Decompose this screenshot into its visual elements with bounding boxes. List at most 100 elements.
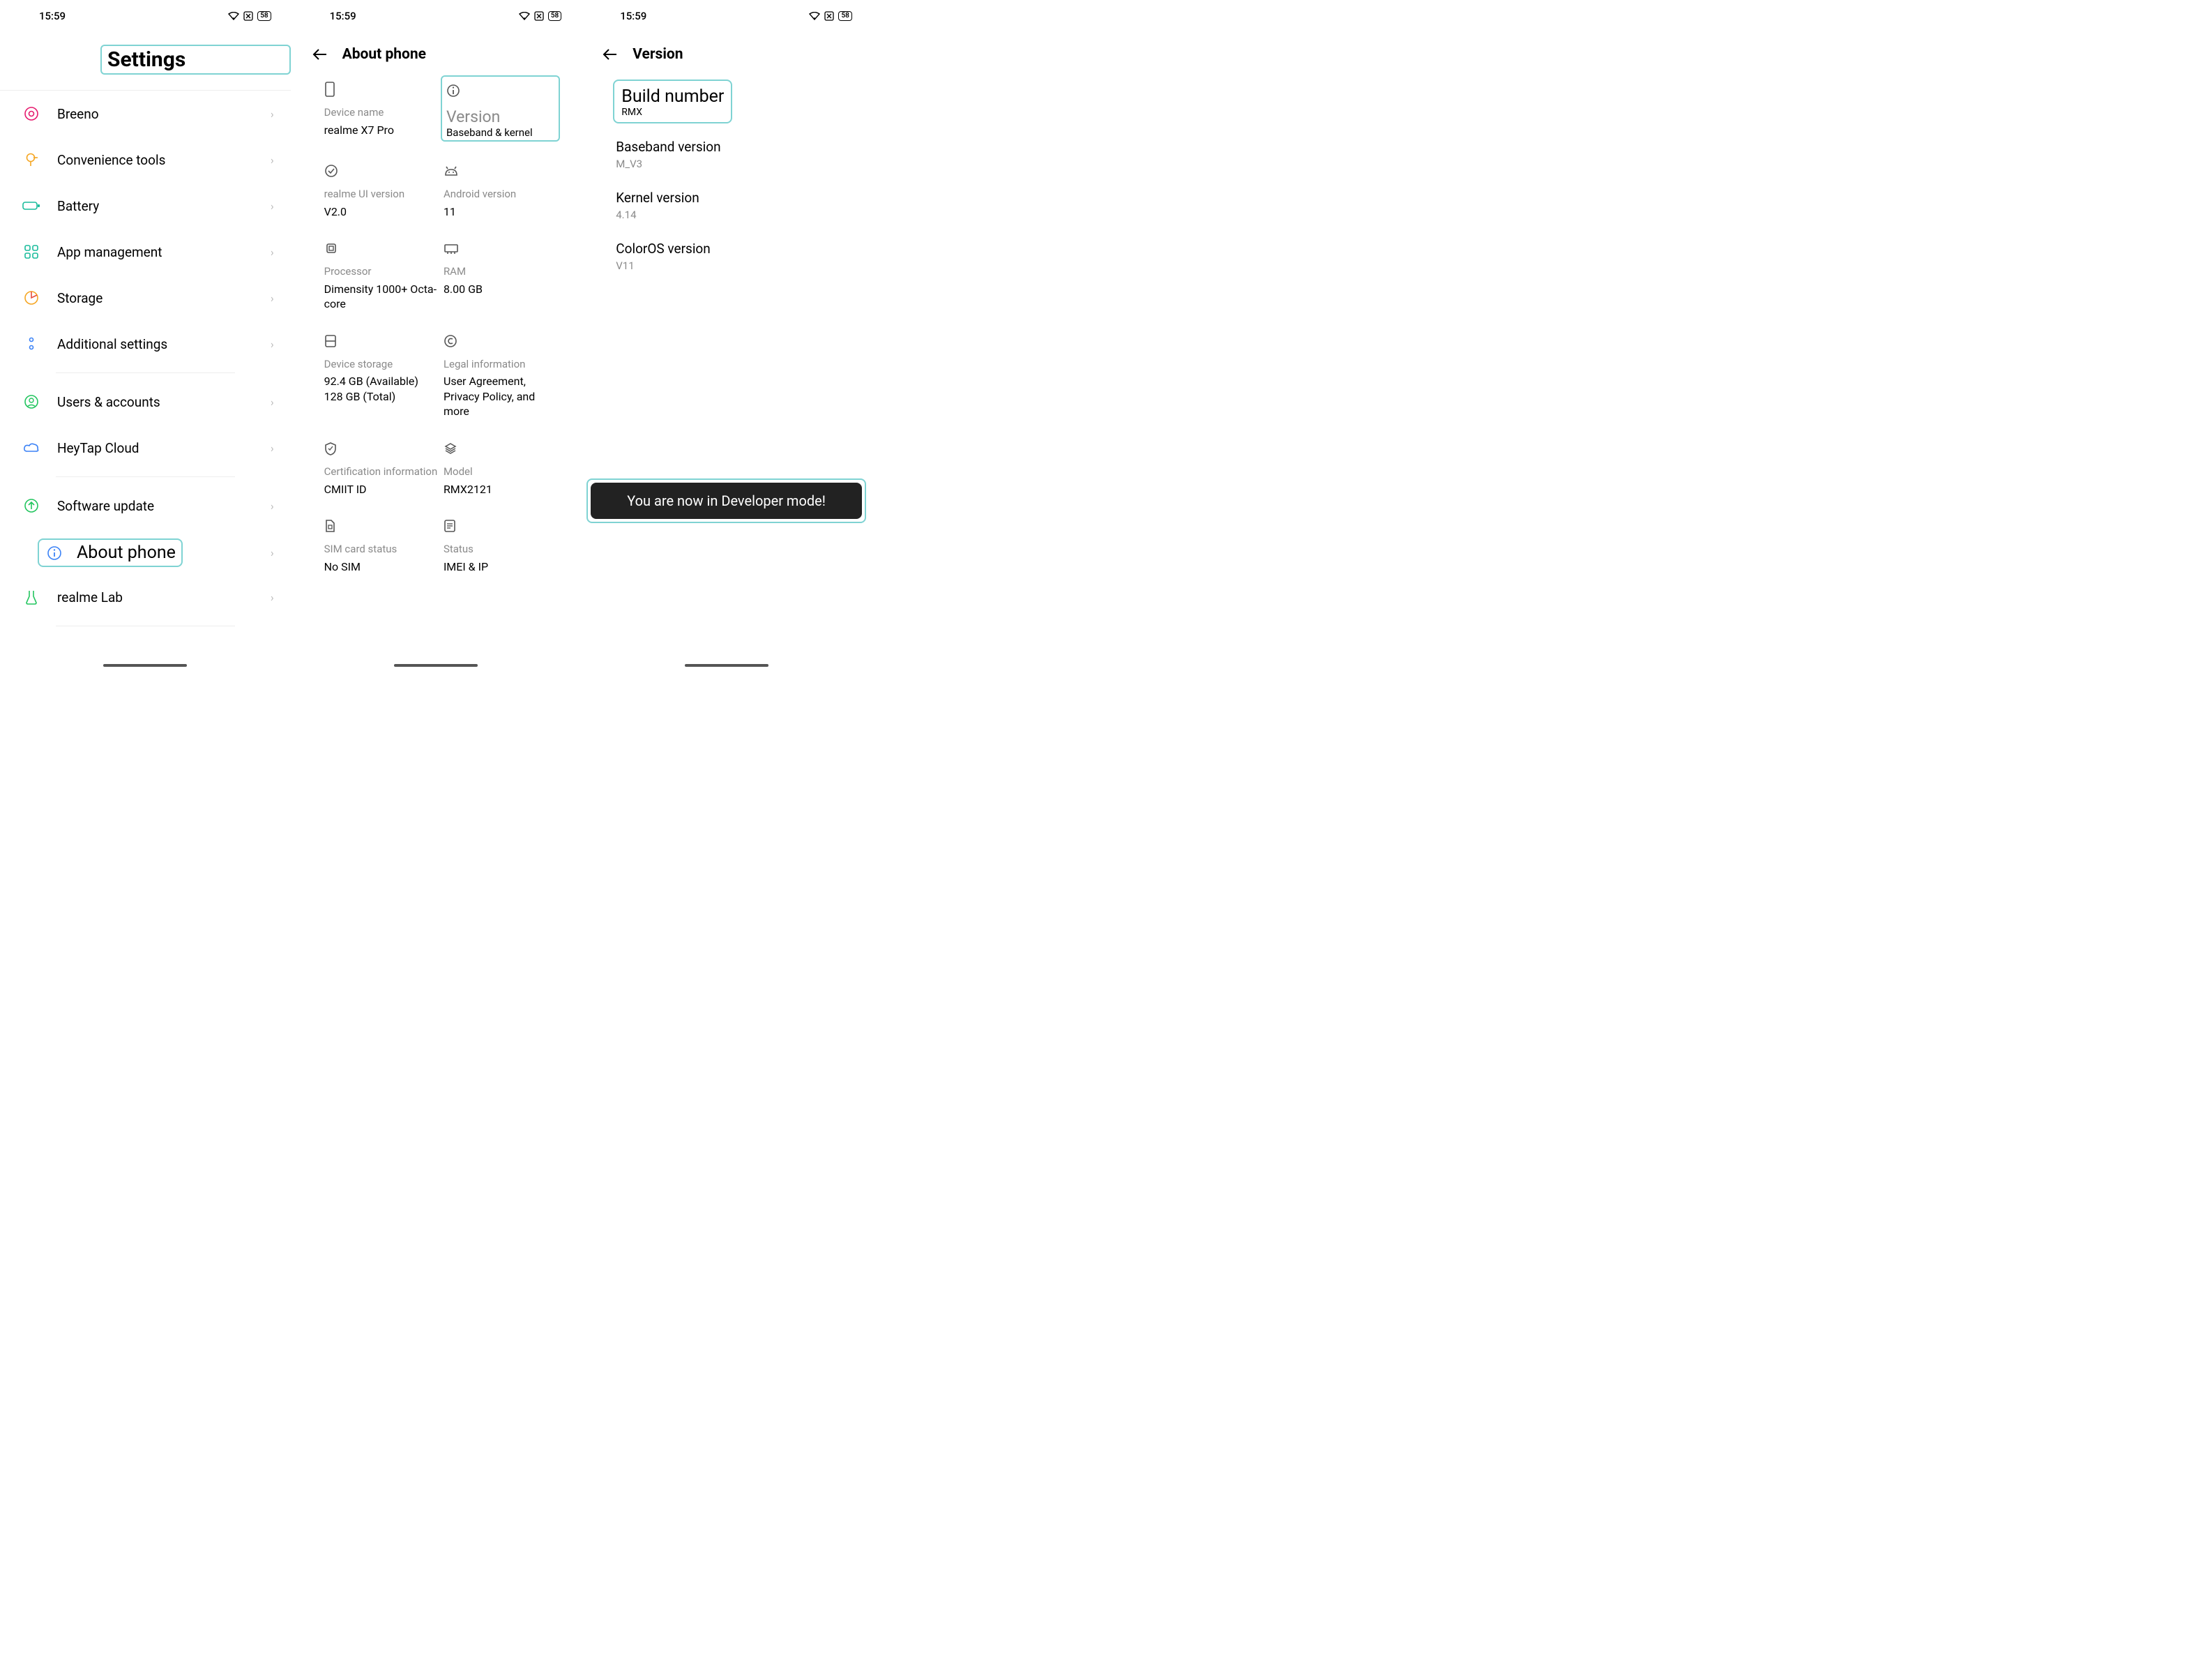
settings-label: Storage <box>57 290 271 306</box>
settings-item-cloud[interactable]: HeyTap Cloud › <box>0 425 291 471</box>
back-button[interactable] <box>312 47 327 62</box>
toast-highlight: You are now in Developer mode! <box>586 478 866 523</box>
cell-status[interactable]: Status IMEI & IP <box>444 516 557 574</box>
apps-icon <box>21 241 42 262</box>
wifi-icon <box>519 12 530 20</box>
item-value: 4.14 <box>616 209 851 221</box>
battery-icon: 58 <box>548 11 561 21</box>
status-icons: 58 <box>519 11 561 21</box>
settings-item-additional[interactable]: Additional settings › <box>0 321 291 367</box>
chevron-right-icon: › <box>271 442 274 455</box>
cell-processor[interactable]: Processor Dimensity 1000+ Octa-core <box>324 239 438 312</box>
cell-version-highlight[interactable]: Version Baseband & kernel <box>441 75 560 142</box>
battery-icon: 58 <box>838 11 851 21</box>
chevron-right-icon: › <box>271 292 274 305</box>
info-icon <box>45 545 64 561</box>
phone-icon <box>324 80 438 99</box>
status-bar: 15:59 58 <box>581 0 872 25</box>
build-number-value: RMX <box>621 107 724 118</box>
cell-model[interactable]: Model RMX2121 <box>444 439 557 497</box>
settings-item-lab[interactable]: realme Lab › <box>0 574 291 620</box>
chevron-right-icon: › <box>271 338 274 351</box>
developer-mode-toast: You are now in Developer mode! <box>591 483 862 519</box>
cell-value: RMX2121 <box>444 482 557 497</box>
settings-item-battery[interactable]: Battery › <box>0 183 291 229</box>
lab-icon <box>21 587 42 608</box>
version-screen: 15:59 58 Version Build number RMX Baseba… <box>581 0 872 670</box>
settings-item-update[interactable]: Software update › <box>0 483 291 529</box>
about-phone-highlight: About phone <box>38 538 183 567</box>
cell-label: Certification information <box>324 465 438 479</box>
info-icon <box>446 81 554 100</box>
cell-legal[interactable]: Legal information User Agreement, Privac… <box>444 331 557 419</box>
chevron-right-icon: › <box>271 395 274 409</box>
version-item-baseband[interactable]: Baseband version M_V3 <box>616 129 851 180</box>
status-icons: 58 <box>228 11 271 21</box>
build-number-label: Build number <box>621 86 724 107</box>
storage-icon <box>324 331 438 351</box>
check-circle-icon <box>324 161 438 181</box>
wifi-icon <box>228 12 239 20</box>
info-grid: Device name realme X7 Pro Version Baseba… <box>291 80 582 574</box>
status-time: 15:59 <box>330 10 356 22</box>
settings-title-highlight: Settings <box>100 45 291 75</box>
chevron-right-icon: › <box>271 153 274 167</box>
users-icon <box>21 391 42 412</box>
breeno-icon <box>21 103 42 124</box>
cell-storage[interactable]: Device storage 92.4 GB (Available) 128 G… <box>324 331 438 419</box>
settings-item-convenience[interactable]: Convenience tools › <box>0 137 291 183</box>
nav-handle[interactable] <box>685 664 768 667</box>
version-item-coloros[interactable]: ColorOS version V11 <box>616 231 851 282</box>
battery-icon: 58 <box>257 11 271 21</box>
cell-sim[interactable]: SIM card status No SIM <box>324 516 438 574</box>
about-phone-label: About phone <box>77 543 176 563</box>
cell-value: 11 <box>444 204 557 220</box>
cell-android[interactable]: Android version 11 <box>444 161 557 219</box>
cell-label: Processor <box>324 265 438 279</box>
cell-label: Android version <box>444 188 557 202</box>
wifi-icon <box>809 12 820 20</box>
header: About phone <box>291 25 582 80</box>
nav-handle[interactable] <box>394 664 478 667</box>
cell-certification[interactable]: Certification information CMIIT ID <box>324 439 438 497</box>
divider <box>56 476 235 477</box>
cell-value: No SIM <box>324 559 438 575</box>
storage-icon <box>21 287 42 308</box>
layers-icon <box>444 439 557 458</box>
cell-value: 8.00 GB <box>444 282 557 297</box>
cell-ui-version[interactable]: realme UI version V2.0 <box>324 161 438 219</box>
cell-value: Baseband & kernel <box>446 126 554 139</box>
item-value: V11 <box>616 259 851 272</box>
settings-list: Breeno › Convenience tools › Battery › A… <box>0 90 291 632</box>
item-label: ColorOS version <box>616 241 851 257</box>
cell-label: realme UI version <box>324 188 438 202</box>
cell-value: User Agreement, Privacy Policy, and more <box>444 374 557 419</box>
settings-item-breeno[interactable]: Breeno › <box>0 91 291 137</box>
settings-label: HeyTap Cloud <box>57 440 271 456</box>
header: Version <box>581 25 872 80</box>
cell-value: V2.0 <box>324 204 438 220</box>
copyright-icon <box>444 331 557 351</box>
build-number-highlight[interactable]: Build number RMX <box>613 80 732 123</box>
cell-ram[interactable]: RAM 8.00 GB <box>444 239 557 312</box>
settings-item-storage[interactable]: Storage › <box>0 275 291 321</box>
cell-value: IMEI & IP <box>444 559 557 575</box>
back-button[interactable] <box>602 47 617 62</box>
chevron-right-icon: › <box>271 546 274 559</box>
cell-value: 92.4 GB (Available) 128 GB (Total) <box>324 374 438 404</box>
settings-item-users[interactable]: Users & accounts › <box>0 379 291 425</box>
chevron-right-icon: › <box>271 246 274 259</box>
cell-label: Model <box>444 465 557 479</box>
cell-device-name[interactable]: Device name realme X7 Pro <box>324 80 438 142</box>
settings-label: realme Lab <box>57 589 271 605</box>
settings-label: Breeno <box>57 106 271 122</box>
nav-handle[interactable] <box>103 664 187 667</box>
version-item-kernel[interactable]: Kernel version 4.14 <box>616 180 851 231</box>
settings-item-apps[interactable]: App management › <box>0 229 291 275</box>
settings-screen: 15:59 58 Settings Breeno › Convenience t… <box>0 0 291 670</box>
about-phone-screen: 15:59 58 About phone Device name realme … <box>291 0 582 670</box>
cell-value: Dimensity 1000+ Octa-core <box>324 282 438 312</box>
page-title: About phone <box>342 46 426 63</box>
no-sim-icon <box>534 11 544 21</box>
settings-item-about-phone[interactable]: About phone › <box>0 529 291 574</box>
